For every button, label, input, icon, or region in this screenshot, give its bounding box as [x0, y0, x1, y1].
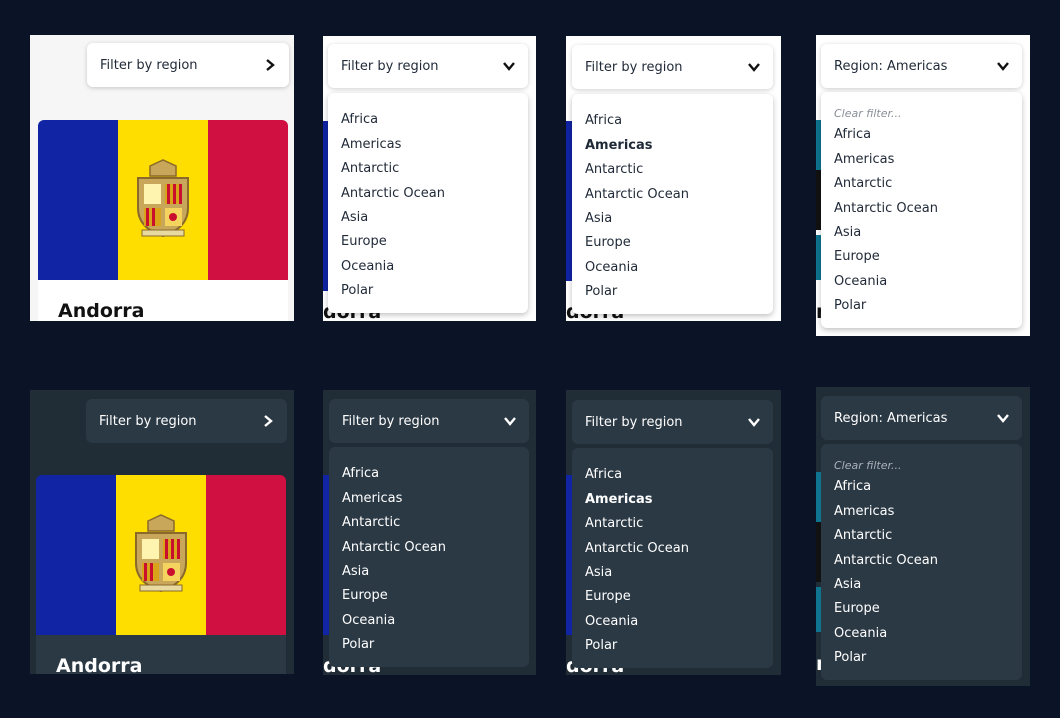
country-name: Andorra [56, 655, 143, 674]
region-option[interactable]: Oceania [834, 626, 887, 642]
region-option[interactable]: Asia [834, 577, 861, 593]
region-option[interactable]: Africa [585, 467, 622, 483]
region-option[interactable]: Americas [342, 491, 402, 507]
region-filter-button[interactable]: Region: Americas [821, 44, 1022, 88]
andorra-flag [36, 475, 286, 635]
clear-filter-option[interactable]: Clear filter... [834, 458, 902, 474]
panel-light-selected: Region: Americas r Clear filter... Afric… [816, 35, 1030, 336]
region-filter-button[interactable]: Filter by region [572, 400, 773, 444]
region-option[interactable]: Asia [585, 565, 612, 581]
region-filter-button[interactable]: Filter by region [329, 399, 529, 443]
region-option[interactable]: Africa [834, 127, 871, 143]
region-option[interactable]: Polar [834, 298, 866, 314]
region-option[interactable]: Americas [834, 504, 894, 520]
filter-label: Region: Americas [834, 58, 948, 74]
filter-label: Filter by region [99, 413, 197, 429]
region-option[interactable]: Africa [585, 113, 622, 129]
region-option[interactable]: Antarctic [341, 161, 399, 177]
region-option[interactable]: Europe [342, 588, 388, 604]
region-option[interactable]: Antarctic Ocean [585, 541, 689, 557]
region-option[interactable]: Antarctic Ocean [585, 187, 689, 203]
region-option[interactable]: Polar [342, 637, 374, 653]
region-option[interactable]: Antarctic [834, 176, 892, 192]
country-card[interactable]: Andorra [38, 120, 288, 321]
region-filter-button[interactable]: Filter by region [87, 43, 289, 87]
region-option[interactable]: Asia [585, 211, 612, 227]
region-option[interactable]: Polar [834, 650, 866, 666]
region-dropdown: Africa Americas Antarctic Antarctic Ocea… [572, 448, 773, 668]
region-option[interactable]: Antarctic Ocean [834, 553, 938, 569]
chevron-down-icon [748, 416, 760, 428]
region-option[interactable]: Antarctic Ocean [341, 186, 445, 202]
region-filter-button[interactable]: Region: Americas [821, 396, 1022, 440]
region-filter-button[interactable]: Filter by region [572, 45, 773, 89]
region-option[interactable]: Africa [341, 112, 378, 128]
region-option[interactable]: Oceania [585, 614, 638, 630]
panel-dark-closed: Filter by region Andorra [30, 390, 294, 674]
region-option[interactable]: Oceania [834, 274, 887, 290]
region-option[interactable]: Africa [834, 479, 871, 495]
chevron-down-icon [997, 60, 1009, 72]
panel-dark-open: Filter by region dorra Africa Americas A… [323, 390, 536, 675]
region-option[interactable]: Oceania [341, 259, 394, 275]
panel-light-open: Filter by region dorra Africa Americas A… [323, 36, 536, 321]
region-option[interactable]: Europe [585, 589, 631, 605]
region-option[interactable]: Polar [585, 284, 617, 300]
region-option[interactable]: Antarctic [834, 528, 892, 544]
country-name: Andorra [58, 300, 145, 321]
region-option[interactable]: Antarctic [585, 516, 643, 532]
region-option[interactable]: Polar [585, 638, 617, 654]
filter-label: Filter by region [100, 57, 198, 73]
filter-label: Region: Americas [834, 410, 948, 426]
region-option[interactable]: Antarctic Ocean [342, 540, 446, 556]
clear-filter-option[interactable]: Clear filter... [834, 106, 902, 122]
filter-label: Filter by region [585, 414, 683, 430]
filter-label: Filter by region [342, 413, 440, 429]
country-card[interactable]: Andorra [36, 475, 286, 674]
region-option[interactable]: Antarctic [342, 515, 400, 531]
filter-label: Filter by region [585, 59, 683, 75]
region-option[interactable]: Asia [341, 210, 368, 226]
region-dropdown: Africa Americas Antarctic Antarctic Ocea… [328, 93, 528, 313]
region-dropdown: Clear filter... Africa Americas Antarcti… [821, 444, 1022, 680]
region-option[interactable]: Antarctic [585, 162, 643, 178]
region-option[interactable]: Europe [834, 249, 880, 265]
region-option[interactable]: Americas [341, 137, 401, 153]
chevron-down-icon [503, 60, 515, 72]
panel-dark-hover: Filter by region dorra Africa Americas A… [566, 390, 781, 675]
region-option-highlighted[interactable]: Americas [585, 492, 653, 508]
region-option-highlighted[interactable]: Americas [585, 138, 653, 154]
chevron-down-icon [504, 415, 516, 427]
region-option[interactable]: Oceania [585, 260, 638, 276]
region-dropdown: Clear filter... Africa Americas Antarcti… [821, 92, 1022, 328]
region-option[interactable]: Asia [834, 225, 861, 241]
region-filter-button[interactable]: Filter by region [328, 44, 528, 88]
region-option[interactable]: Europe [834, 601, 880, 617]
chevron-right-icon [264, 59, 276, 71]
region-dropdown: Africa Americas Antarctic Antarctic Ocea… [329, 447, 529, 667]
region-option[interactable]: Europe [585, 235, 631, 251]
andorra-flag [38, 120, 288, 280]
coat-of-arms-icon [126, 513, 196, 599]
coat-of-arms-icon [128, 158, 198, 244]
region-option[interactable]: Africa [342, 466, 379, 482]
panel-dark-selected: Region: Americas r Clear filter... Afric… [816, 387, 1030, 686]
region-filter-button[interactable]: Filter by region [86, 399, 287, 443]
chevron-right-icon [262, 415, 274, 427]
region-option[interactable]: Antarctic Ocean [834, 201, 938, 217]
chevron-down-icon [748, 61, 760, 73]
region-option[interactable]: Americas [834, 152, 894, 168]
region-option[interactable]: Europe [341, 234, 387, 250]
region-option[interactable]: Oceania [342, 613, 395, 629]
region-option[interactable]: Polar [341, 283, 373, 299]
panel-light-hover: Filter by region dorra Africa Americas A… [566, 36, 781, 321]
region-dropdown: Africa Americas Antarctic Antarctic Ocea… [572, 94, 773, 314]
panel-light-closed: Filter by region Andorra [30, 35, 294, 321]
region-option[interactable]: Asia [342, 564, 369, 580]
chevron-down-icon [997, 412, 1009, 424]
filter-label: Filter by region [341, 58, 439, 74]
